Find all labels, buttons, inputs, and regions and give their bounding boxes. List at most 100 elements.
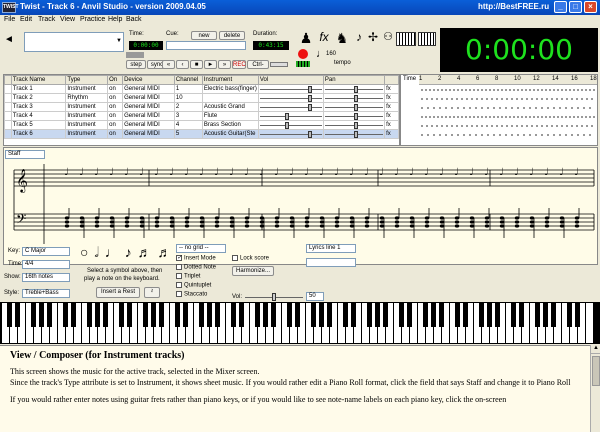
dotted-note-checkbox[interactable]: Dotted Note <box>176 264 216 271</box>
vol-slider[interactable] <box>245 293 303 301</box>
step-button[interactable]: step <box>126 60 146 69</box>
insert-rest-button[interactable]: Insert a Rest <box>96 287 140 298</box>
menu-help[interactable]: Help <box>108 16 122 23</box>
vol-value[interactable]: 50 <box>306 292 324 301</box>
ctrl-button[interactable]: Ctrl- <box>247 60 269 69</box>
select-cell[interactable] <box>4 111 12 121</box>
table-row[interactable]: Track 5 Instrument on General MIDI 4 Brass Se… <box>4 120 399 130</box>
table-row[interactable]: Track 1 Instrument on General MIDI 1 Electric… <box>4 84 399 94</box>
minimize-button[interactable]: _ <box>554 1 567 13</box>
instrument-cell[interactable]: Acoustic Grand <box>201 102 259 112</box>
on-cell[interactable]: on <box>107 111 124 121</box>
on-cell[interactable]: on <box>107 84 124 94</box>
instrument-cell[interactable]: Acoustic Guitar(Ste <box>201 129 259 139</box>
device-cell[interactable]: General MIDI <box>122 111 175 121</box>
rewind-arrow-icon[interactable]: ◄ <box>4 34 22 50</box>
channel-cell[interactable]: 3 <box>173 111 203 121</box>
piano-keyboard[interactable] <box>0 302 600 344</box>
on-cell[interactable]: on <box>107 120 124 130</box>
cue-select[interactable] <box>166 41 246 50</box>
pan-fader[interactable] <box>322 102 386 112</box>
pan-fader[interactable] <box>322 120 386 130</box>
channel-cell[interactable]: 10 <box>173 93 203 103</box>
device-cell[interactable]: General MIDI <box>122 120 175 130</box>
lyrics-select[interactable]: Lyrics line 1 <box>306 244 356 253</box>
keyboard-icon[interactable] <box>418 32 436 46</box>
rewind-button[interactable]: « <box>162 60 175 69</box>
vol-fader[interactable] <box>257 84 324 94</box>
fx-cell[interactable]: fx <box>384 93 399 103</box>
time-sig-select[interactable]: 4/4 <box>22 260 70 269</box>
pan-fader[interactable] <box>322 84 386 94</box>
instrument-cell[interactable] <box>201 93 259 103</box>
step-slider[interactable] <box>126 52 144 58</box>
triplet-checkbox[interactable]: Triplet <box>176 273 200 280</box>
vol-fader[interactable] <box>257 111 324 121</box>
fx-icon[interactable]: fx <box>316 30 332 48</box>
select-cell[interactable] <box>4 120 12 130</box>
note-icon[interactable]: ♪ <box>352 30 366 48</box>
vol-fader[interactable] <box>257 129 324 139</box>
track-name-cell[interactable]: Track 3 <box>10 102 67 112</box>
fx-cell[interactable]: fx <box>384 84 399 94</box>
pan-knob[interactable] <box>353 94 358 102</box>
pan-knob[interactable] <box>353 121 358 129</box>
select-cell[interactable] <box>4 129 12 139</box>
table-row[interactable]: Track 2 Rhythm on General MIDI 10 fx <box>4 93 399 103</box>
pan-knob[interactable] <box>353 85 358 93</box>
pan-fader[interactable] <box>322 93 386 103</box>
channel-cell[interactable]: 2 <box>173 102 203 112</box>
insert-mode-checkbox[interactable]: ✓ Insert Mode <box>176 255 216 262</box>
table-row[interactable]: Track 6 Instrument on General MIDI 5 Acoustic… <box>4 129 399 139</box>
record-dot-icon[interactable] <box>298 49 308 59</box>
device-cell[interactable]: General MIDI <box>122 93 175 103</box>
channel-cell[interactable]: 5 <box>173 129 203 139</box>
grid-select[interactable]: -- no grid -- <box>176 244 226 253</box>
note-duration-icons[interactable]: ○ 𝅗𝅥 ♩ ♪ ♬ ♬ <box>80 244 172 261</box>
menu-view[interactable]: View <box>60 16 75 23</box>
type-cell[interactable]: Instrument <box>65 102 109 112</box>
track-name-cell[interactable]: Track 4 <box>10 111 67 121</box>
vol-knob[interactable] <box>308 103 313 111</box>
type-cell[interactable]: Instrument <box>65 111 109 121</box>
show-select[interactable]: 16th notes <box>22 273 70 282</box>
pan-knob[interactable] <box>353 103 358 111</box>
select-cell[interactable] <box>4 84 12 94</box>
scroll-up-icon[interactable]: ▲ <box>591 345 600 354</box>
play-button[interactable]: ► <box>204 60 217 69</box>
select-cell[interactable] <box>4 102 12 112</box>
guitar-icon[interactable]: ⚇ <box>380 30 396 48</box>
vol-knob[interactable] <box>308 85 313 93</box>
vol-fader[interactable] <box>257 102 324 112</box>
vol-knob[interactable] <box>284 112 289 120</box>
track-name-cell[interactable]: Track 6 <box>10 129 67 139</box>
lock-score-checkbox[interactable]: Lock score <box>232 255 269 262</box>
menu-file[interactable]: File <box>4 16 15 23</box>
delete-cue-button[interactable]: delete <box>219 31 245 40</box>
type-cell[interactable]: Instrument <box>65 120 109 130</box>
table-row[interactable]: Track 4 Instrument on General MIDI 3 Flute fx <box>4 111 399 121</box>
back-button[interactable]: ‹ <box>176 60 189 69</box>
track-name-cell[interactable]: Track 2 <box>10 93 67 103</box>
vol-fader[interactable] <box>257 93 324 103</box>
tie-button[interactable]: 𝄽 <box>144 287 160 298</box>
pan-knob[interactable] <box>353 130 358 138</box>
menu-practice[interactable]: Practice <box>80 16 105 23</box>
staccato-checkbox[interactable]: Staccato <box>176 291 207 298</box>
fx-cell[interactable]: fx <box>384 111 399 121</box>
track-name-cell[interactable]: Track 1 <box>10 84 67 94</box>
on-cell[interactable]: on <box>107 102 124 112</box>
drum-icon[interactable]: ✢ <box>366 30 380 48</box>
pan-fader[interactable] <box>322 111 386 121</box>
channel-cell[interactable]: 1 <box>173 84 203 94</box>
scroll-thumb[interactable] <box>592 356 600 386</box>
pan-fader[interactable] <box>322 129 386 139</box>
lyrics-input[interactable] <box>306 258 356 267</box>
vol-slider-knob[interactable] <box>272 293 276 301</box>
help-scrollbar[interactable]: ▲ <box>590 345 600 432</box>
rec-button[interactable]: REC <box>232 60 246 69</box>
type-cell[interactable]: Rhythm <box>65 93 109 103</box>
track-name-cell[interactable]: Track 5 <box>10 120 67 130</box>
device-cell[interactable]: General MIDI <box>122 102 175 112</box>
dropdown-arrow-icon[interactable]: ▼ <box>116 38 122 44</box>
